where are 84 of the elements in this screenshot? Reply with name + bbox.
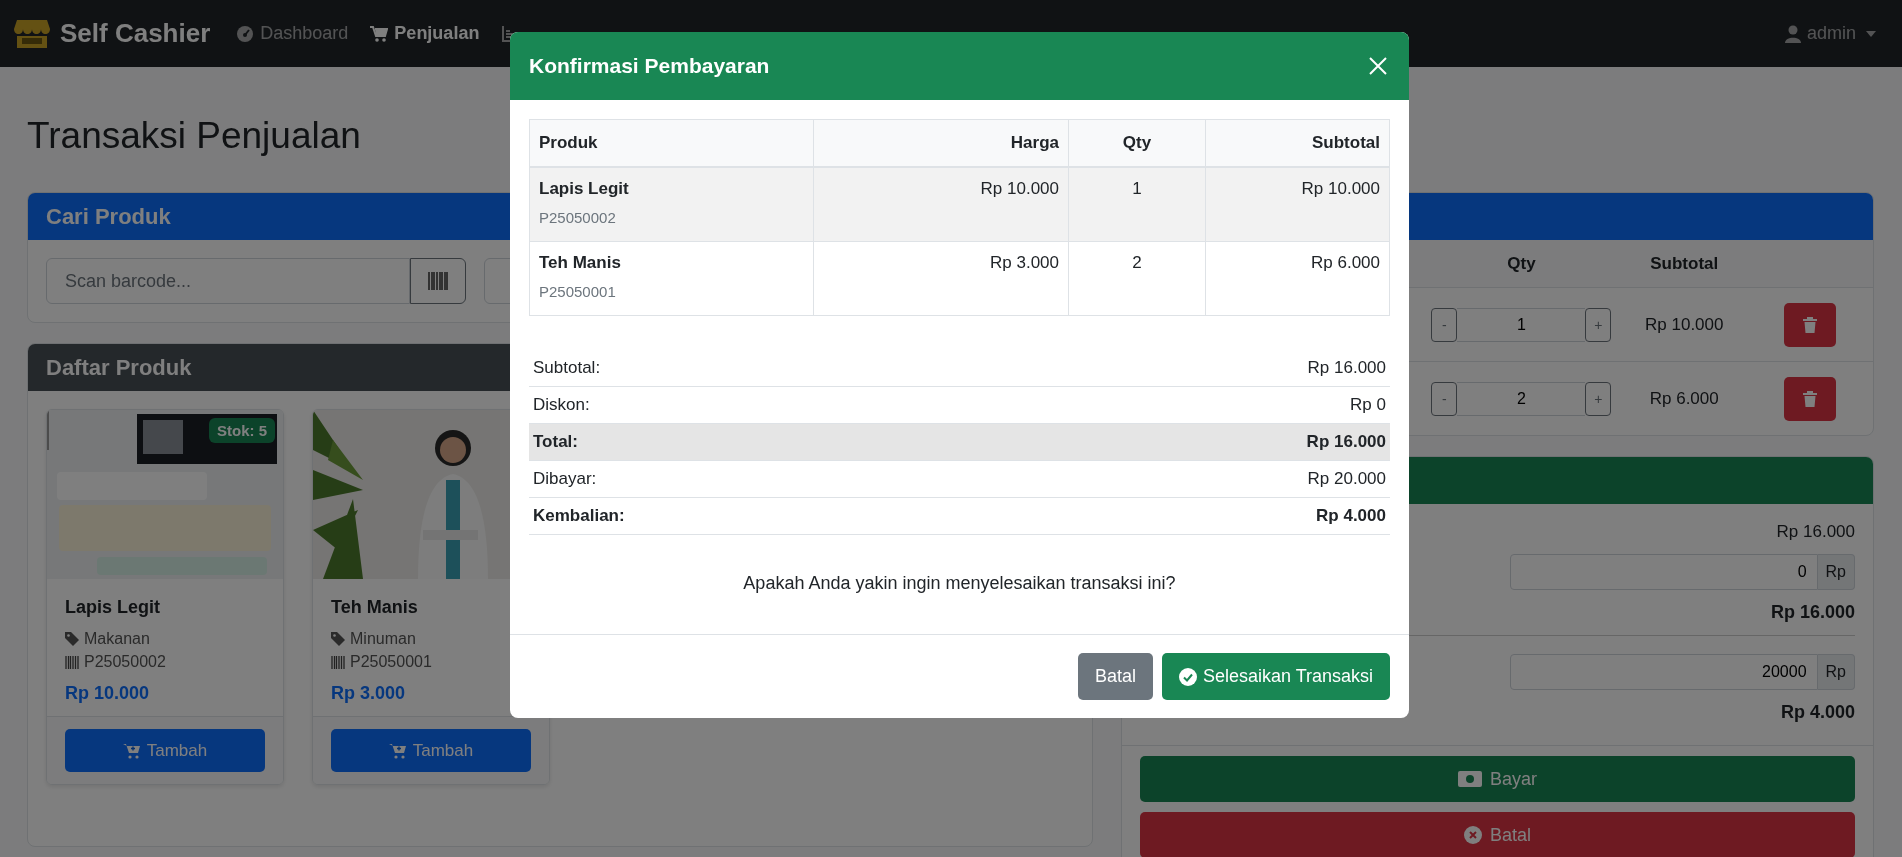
store-icon (14, 17, 50, 50)
barcode-icon (331, 655, 345, 669)
total-value: Rp 16.000 (1770, 602, 1855, 623)
summary-label: Total: (533, 432, 578, 452)
trash-icon (1803, 316, 1818, 333)
product-code: P25050002 (539, 209, 617, 226)
quantity-field[interactable]: 1 (1457, 307, 1586, 342)
discount-field[interactable]: 0 (1510, 554, 1818, 590)
quantity-field[interactable]: 2 (1457, 381, 1586, 416)
currency-addon: Rp (1817, 554, 1855, 590)
barcode-icon (428, 272, 448, 290)
tag-icon (331, 632, 345, 646)
delete-button[interactable] (1784, 302, 1837, 347)
summary-label: Subtotal: (533, 358, 601, 378)
card-title: Daftar Produk (46, 354, 192, 381)
product-category: Minuman (350, 630, 416, 648)
product-name: Teh Manis (331, 597, 419, 618)
table-cell: Rp 3.000 (990, 253, 1059, 272)
product-name: Teh Manis (539, 253, 622, 273)
column-header: Produk (539, 133, 598, 152)
card-title: Cari Produk (46, 203, 171, 230)
increase-button[interactable]: + (1585, 381, 1612, 416)
tag-icon (65, 632, 79, 646)
subtotal-value: Rp 16.000 (1776, 522, 1855, 542)
product-name: Lapis Legit (539, 179, 630, 199)
product-price: Rp 3.000 (331, 683, 407, 704)
pay-button[interactable]: Bayar (1140, 756, 1855, 802)
paid-field[interactable]: 20000 (1510, 654, 1818, 690)
barcode-field[interactable]: Scan barcode... (46, 258, 410, 304)
table-cell: 1 (1132, 179, 1142, 198)
cart-plus-icon (122, 742, 141, 759)
change-value: Rp 4.000 (1780, 702, 1855, 723)
summary-value: Rp 0 (1350, 395, 1386, 415)
barcode-icon (65, 655, 79, 669)
dialog-title: Konfirmasi Pembayaran (529, 54, 770, 78)
delete-button[interactable] (1784, 376, 1837, 421)
decrease-button[interactable]: - (1431, 307, 1458, 342)
summary-label: Dibayar: (533, 469, 597, 489)
stock-badge: Stok: 5 (209, 418, 275, 443)
summary-label: Kembalian: (533, 506, 625, 526)
add-button[interactable]: Tambah (331, 729, 531, 772)
product-price: Rp 10.000 (65, 683, 151, 704)
nav-link[interactable]: Penjualan (370, 23, 480, 44)
product-category: Makanan (84, 630, 150, 648)
item-subtotal: Rp 10.000 (1644, 314, 1725, 335)
product-code: P25050001 (350, 653, 432, 671)
trash-icon (1803, 390, 1818, 407)
column-header: Subtotal (1649, 253, 1720, 274)
product-code: P25050002 (84, 653, 166, 671)
summary-value: Rp 20.000 (1307, 469, 1386, 489)
column-header: Harga (1010, 133, 1059, 152)
decrease-button[interactable]: - (1431, 381, 1458, 416)
cart-icon (370, 24, 389, 43)
table-cell: 2 (1132, 253, 1142, 272)
add-button[interactable]: Tambah (65, 729, 265, 772)
brand-name[interactable]: Self Cashier (60, 18, 211, 49)
confirmation-message: Apakah Anda yakin ingin menyelesaikan transaksi ini? (742, 573, 1177, 594)
close-circle-icon (1464, 826, 1482, 844)
money-icon (1458, 771, 1482, 787)
barcode-button[interactable] (410, 258, 466, 304)
summary-value: Rp 16.000 (1306, 432, 1386, 452)
increase-button[interactable]: + (1585, 307, 1612, 342)
cart-plus-icon (388, 742, 407, 759)
table-cell: Rp 10.000 (980, 179, 1059, 198)
item-subtotal: Rp 6.000 (1648, 388, 1720, 409)
summary-value: Rp 4.000 (1316, 506, 1386, 526)
product-name: Lapis Legit (65, 597, 161, 618)
cancel-button[interactable]: Batal (1140, 812, 1855, 857)
table-cell: Rp 6.000 (1311, 253, 1380, 272)
summary-value: Rp 16.000 (1307, 358, 1386, 378)
cancel-button[interactable]: Batal (1077, 653, 1153, 700)
table-cell: Rp 10.000 (1301, 179, 1380, 198)
check-circle-icon (1178, 667, 1197, 686)
confirm-button[interactable]: Selesaikan Transaksi (1161, 653, 1390, 700)
column-header: Qty (1506, 253, 1537, 274)
product-code: P25050001 (539, 283, 617, 300)
nav-link[interactable]: Dashboard (236, 23, 349, 44)
close-icon (1369, 57, 1387, 75)
page-title: Transaksi Penjualan (27, 114, 361, 158)
user-menu[interactable]: admin (1784, 23, 1876, 44)
currency-addon: Rp (1817, 654, 1855, 690)
summary-label: Diskon: (533, 395, 590, 415)
column-header: Qty (1122, 133, 1152, 152)
column-header: Subtotal (1312, 133, 1380, 152)
